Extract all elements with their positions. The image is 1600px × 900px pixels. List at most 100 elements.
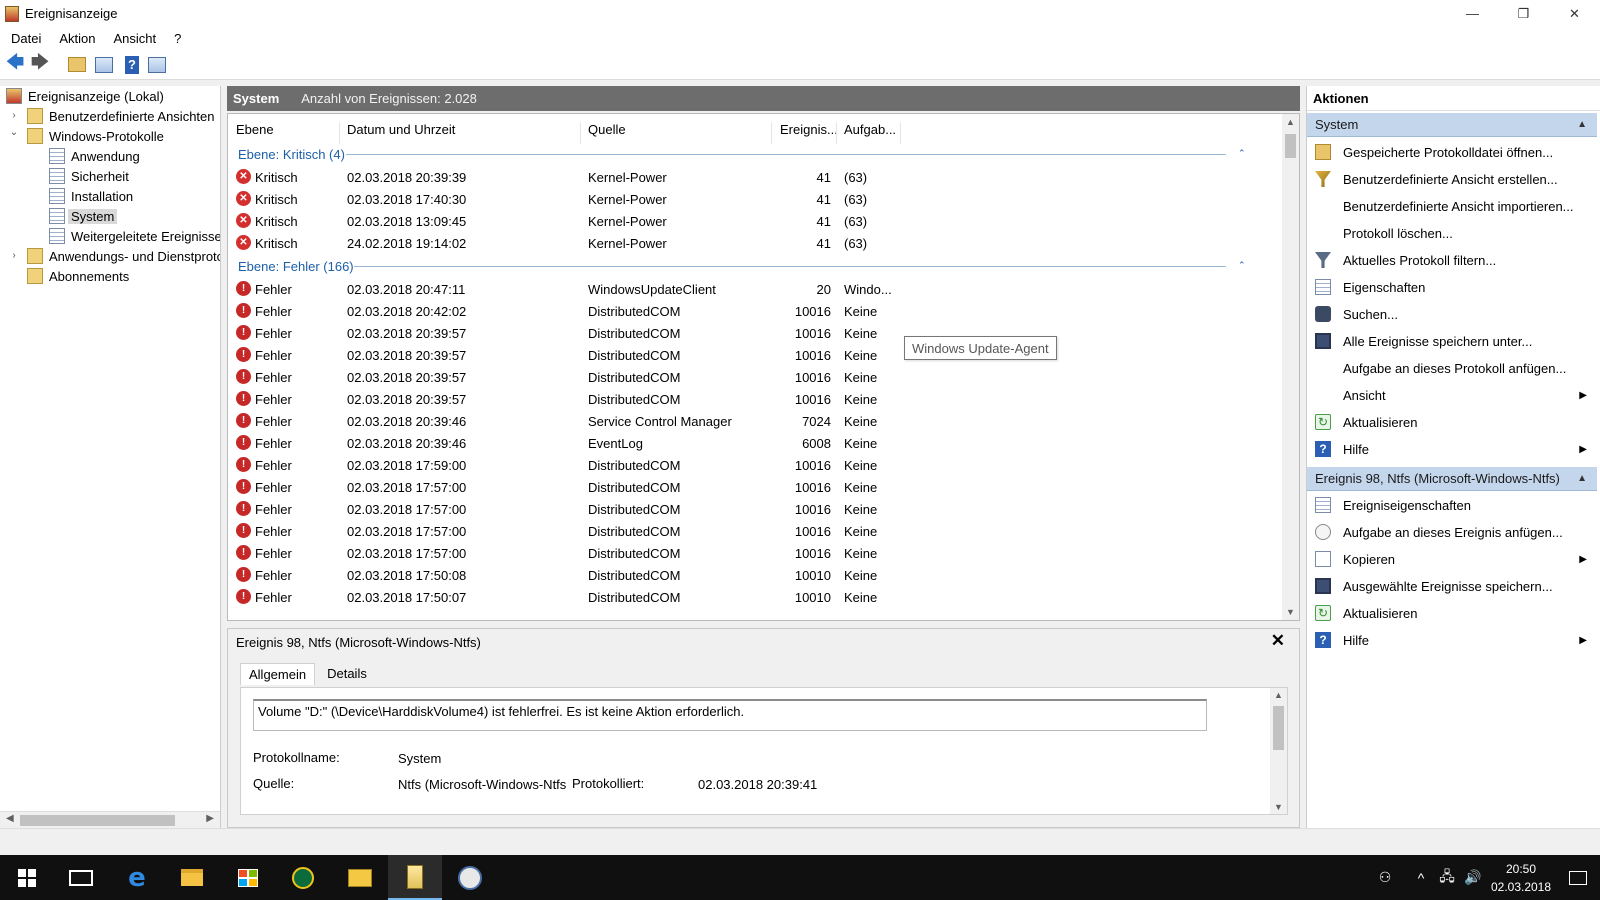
table-row[interactable]: ! Fehler 02.03.2018 17:57:00 DistributedCOM… (228, 476, 1268, 498)
task-view-button[interactable] (54, 855, 108, 900)
scroll-down-icon[interactable]: ▼ (1286, 607, 1295, 617)
collapse-icon[interactable]: ⌃ (1238, 260, 1246, 271)
scroll-down-icon[interactable]: ▼ (1274, 802, 1283, 812)
horizontal-scrollbar[interactable]: ◀ ▶ (0, 811, 220, 828)
vertical-scrollbar[interactable]: ▲ ▼ (1282, 114, 1299, 620)
action-item[interactable]: Ausgewählte Ereignisse speichern... (1307, 573, 1597, 599)
table-row[interactable]: ✕ Kritisch 24.02.2018 19:14:02 Kernel-Power… (228, 232, 1268, 254)
collapse-icon[interactable]: ▲ (1577, 473, 1587, 484)
tree-item-windows-logs[interactable]: Windows-Protokolle (27, 126, 164, 146)
table-row[interactable]: ! Fehler 02.03.2018 17:57:00 DistributedCOM… (228, 542, 1268, 564)
table-row[interactable]: ! Fehler 02.03.2018 17:57:00 DistributedCOM… (228, 520, 1268, 542)
action-pane-icon[interactable] (148, 56, 166, 73)
taskbar-app[interactable] (443, 855, 497, 900)
table-row[interactable]: ! Fehler 02.03.2018 20:42:02 DistributedCOM… (228, 300, 1268, 322)
action-item[interactable]: ↻ Aktualisieren (1307, 409, 1597, 435)
table-row[interactable]: ! Fehler 02.03.2018 20:39:57 DistributedCOM… (228, 388, 1268, 410)
action-item[interactable]: Alle Ereignisse speichern unter... (1307, 328, 1597, 354)
scroll-right-icon[interactable]: ▶ (206, 813, 214, 824)
scroll-up-icon[interactable]: ▲ (1274, 690, 1283, 700)
scrollbar-thumb[interactable] (1273, 706, 1284, 750)
actions-section-system[interactable]: System ▲ (1307, 113, 1597, 137)
column-separator[interactable] (580, 122, 581, 144)
action-item[interactable]: Aufgabe an dieses Protokoll anfügen... (1307, 355, 1597, 381)
chevron-up-icon[interactable]: ^ (1408, 870, 1434, 886)
column-header-level[interactable]: Ebene (236, 122, 274, 137)
menu-datei[interactable]: Datei (0, 31, 50, 46)
action-item[interactable]: Protokoll löschen... (1307, 220, 1597, 246)
action-item[interactable]: Benutzerdefinierte Ansicht importieren..… (1307, 193, 1597, 219)
taskbar-mail[interactable] (333, 855, 387, 900)
scroll-up-icon[interactable]: ▲ (1286, 117, 1295, 127)
tree-item-apps-services[interactable]: Anwendungs- und Dienstprotokolle (27, 246, 220, 266)
action-item[interactable]: Gespeicherte Protokolldatei öffnen... (1307, 139, 1597, 165)
start-button[interactable] (0, 855, 54, 900)
taskbar-app[interactable] (276, 855, 330, 900)
taskbar-edge[interactable]: e (110, 855, 164, 900)
action-item[interactable]: Aktuelles Protokoll filtern... (1307, 247, 1597, 273)
table-row[interactable]: ! Fehler 02.03.2018 17:50:08 DistributedCOM… (228, 564, 1268, 586)
collapse-icon[interactable]: ▲ (1577, 119, 1587, 130)
menu-help[interactable]: ? (165, 31, 190, 46)
collapse-icon[interactable]: ⌃ (1238, 148, 1246, 159)
column-header-event-id[interactable]: Ereignis... (780, 122, 838, 137)
tree-item-subscriptions[interactable]: Abonnements (27, 266, 129, 286)
back-arrow-icon[interactable]: 🡄 (5, 52, 25, 75)
action-item[interactable]: Eigenschaften (1307, 274, 1597, 300)
column-header-task[interactable]: Aufgab... (844, 122, 896, 137)
chevron-right-icon[interactable]: › (8, 110, 20, 121)
chevron-down-icon[interactable]: ⌄ (8, 127, 20, 138)
action-item[interactable]: ? Hilfe ▶ (1307, 627, 1597, 653)
tree-item-root[interactable]: Ereignisanzeige (Lokal) (6, 86, 164, 106)
table-row[interactable]: ! Fehler 02.03.2018 20:39:57 DistributedCOM… (228, 344, 1268, 366)
group-header[interactable]: Ebene: Kritisch (4) (238, 144, 345, 164)
event-message[interactable]: Volume "D:" (\Device\HarddiskVolume4) is… (253, 699, 1207, 731)
notification-button[interactable] (1556, 870, 1600, 885)
table-row[interactable]: ! Fehler 02.03.2018 17:57:00 DistributedCOM… (228, 498, 1268, 520)
volume-icon[interactable]: 🔊 (1460, 869, 1486, 886)
column-header-source[interactable]: Quelle (588, 122, 626, 137)
table-row[interactable]: ! Fehler 02.03.2018 17:50:07 DistributedCOM… (228, 586, 1268, 608)
table-row[interactable]: ! Fehler 02.03.2018 20:39:46 Service Contro… (228, 410, 1268, 432)
vertical-scrollbar[interactable]: ▲ ▼ (1270, 688, 1287, 814)
network-icon[interactable]: 🖧 (1434, 866, 1460, 890)
action-item[interactable]: Ereigniseigenschaften (1307, 492, 1597, 518)
forward-arrow-icon[interactable]: 🡆 (30, 52, 50, 75)
table-row[interactable]: ! Fehler 02.03.2018 20:47:11 WindowsUpdateC… (228, 278, 1268, 300)
close-icon[interactable]: ✕ (1271, 631, 1285, 651)
minimize-button[interactable]: — (1447, 0, 1498, 27)
tree-item-forwarded-events[interactable]: Weitergeleitete Ereignisse (49, 226, 220, 246)
console-tree-icon[interactable] (95, 56, 113, 73)
action-item[interactable]: Aufgabe an dieses Ereignis anfügen... (1307, 519, 1597, 545)
menu-ansicht[interactable]: Ansicht (105, 31, 166, 46)
tab-general[interactable]: Allgemein (240, 663, 316, 685)
table-row[interactable]: ✕ Kritisch 02.03.2018 13:09:45 Kernel-Power… (228, 210, 1268, 232)
tree-item-installation[interactable]: Installation (49, 186, 133, 206)
table-row[interactable]: ✕ Kritisch 02.03.2018 17:40:30 Kernel-Power… (228, 188, 1268, 210)
action-item[interactable]: ? Hilfe ▶ (1307, 436, 1597, 462)
chevron-right-icon[interactable]: › (8, 250, 20, 261)
tree-item-system[interactable]: System (49, 206, 118, 226)
table-row[interactable]: ! Fehler 02.03.2018 17:59:00 DistributedCOM… (228, 454, 1268, 476)
action-item[interactable]: Kopieren ▶ (1307, 546, 1597, 572)
taskbar-file-explorer[interactable] (165, 855, 219, 900)
column-header-sep[interactable] (771, 122, 772, 144)
restore-button[interactable]: ❐ (1498, 0, 1549, 27)
table-row[interactable]: ! Fehler 02.03.2018 20:39:46 EventLog 6008 Ke… (228, 432, 1268, 454)
close-button[interactable]: ✕ (1549, 0, 1600, 27)
scrollbar-thumb[interactable] (20, 815, 175, 826)
column-separator[interactable] (836, 122, 837, 144)
taskbar-store[interactable] (221, 855, 275, 900)
column-separator[interactable] (900, 122, 901, 144)
tree-item-custom-views[interactable]: Benutzerdefinierte Ansichten (27, 106, 215, 126)
taskbar-event-viewer[interactable] (388, 855, 442, 900)
tab-details[interactable]: Details (319, 663, 375, 685)
clock[interactable]: 20:50 02.03.2018 (1486, 860, 1556, 896)
scrollbar-thumb[interactable] (1285, 134, 1296, 158)
actions-section-event[interactable]: Ereignis 98, Ntfs (Microsoft-Windows-Ntf… (1307, 467, 1597, 491)
action-item[interactable]: Benutzerdefinierte Ansicht erstellen... (1307, 166, 1597, 192)
open-folder-icon[interactable] (68, 57, 86, 72)
menu-aktion[interactable]: Aktion (50, 31, 104, 46)
action-item[interactable]: ↻ Aktualisieren (1307, 600, 1597, 626)
tree-item-sicherheit[interactable]: Sicherheit (49, 166, 129, 186)
